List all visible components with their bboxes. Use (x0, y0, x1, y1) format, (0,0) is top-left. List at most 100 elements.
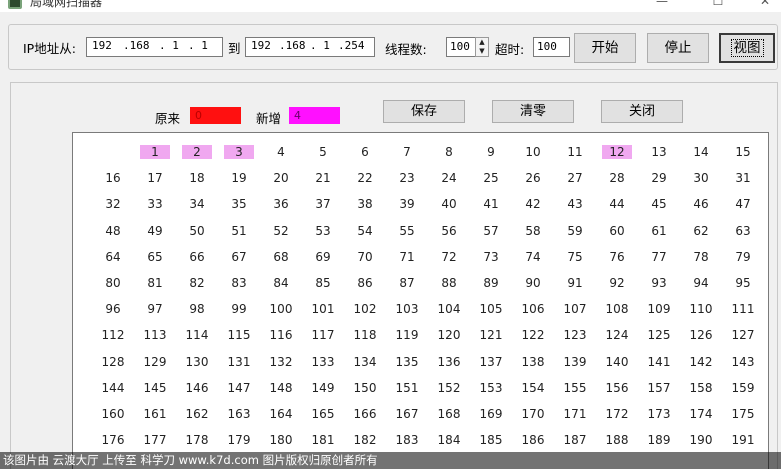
ip-host-cell[interactable]: 153 (476, 381, 506, 395)
ip-host-cell[interactable]: 16 (98, 171, 128, 185)
ip-host-cell[interactable]: 158 (686, 381, 716, 395)
ip-host-cell[interactable]: 139 (560, 355, 590, 369)
ip-host-cell[interactable]: 102 (350, 302, 380, 316)
ip-host-cell[interactable]: 41 (476, 197, 506, 211)
ip-host-cell[interactable]: 97 (140, 302, 170, 316)
ip-host-cell[interactable]: 56 (434, 224, 464, 238)
ip-host-cell[interactable]: 90 (518, 276, 548, 290)
ip-host-cell[interactable]: 132 (266, 355, 296, 369)
ip-host-cell[interactable]: 105 (476, 302, 506, 316)
ip-host-cell[interactable]: 78 (686, 250, 716, 264)
ip-host-cell[interactable]: 37 (308, 197, 338, 211)
ip-host-cell[interactable]: 123 (560, 328, 590, 342)
ip-host-cell[interactable]: 63 (728, 224, 758, 238)
ip-host-cell[interactable]: 154 (518, 381, 548, 395)
ip-host-cell[interactable]: 118 (350, 328, 380, 342)
ip-host-cell[interactable]: 28 (602, 171, 632, 185)
ip-host-cell[interactable]: 128 (98, 355, 128, 369)
ip-host-cell[interactable]: 82 (182, 276, 212, 290)
ip-host-cell[interactable]: 169 (476, 407, 506, 421)
ip-host-cell[interactable]: 13 (644, 145, 674, 159)
ip-host-cell[interactable]: 186 (518, 433, 548, 447)
minimize-icon[interactable]: — (642, 0, 682, 10)
ip-host-cell[interactable]: 177 (140, 433, 170, 447)
ip-host-cell[interactable]: 187 (560, 433, 590, 447)
ip-host-cell[interactable]: 121 (476, 328, 506, 342)
ip-host-cell[interactable]: 179 (224, 433, 254, 447)
ip-host-cell[interactable]: 65 (140, 250, 170, 264)
ip-host-cell[interactable]: 29 (644, 171, 674, 185)
ip-host-cell[interactable]: 146 (182, 381, 212, 395)
ip-host-cell[interactable]: 5 (308, 145, 338, 159)
ip-host-cell[interactable]: 163 (224, 407, 254, 421)
ip-host-cell[interactable]: 11 (560, 145, 590, 159)
ip-host-cell[interactable]: 99 (224, 302, 254, 316)
ip-host-cell[interactable]: 106 (518, 302, 548, 316)
ip-host-cell[interactable]: 114 (182, 328, 212, 342)
ip-host-cell[interactable]: 142 (686, 355, 716, 369)
ip-host-cell[interactable]: 113 (140, 328, 170, 342)
ip-host-cell[interactable]: 93 (644, 276, 674, 290)
ip-host-cell[interactable]: 43 (560, 197, 590, 211)
ip-host-cell[interactable]: 126 (686, 328, 716, 342)
ip-host-cell[interactable]: 70 (350, 250, 380, 264)
ip-host-cell[interactable]: 2 (182, 145, 212, 159)
ip-host-cell[interactable]: 22 (350, 171, 380, 185)
ip-host-cell[interactable]: 58 (518, 224, 548, 238)
ip-host-cell[interactable]: 120 (434, 328, 464, 342)
close-icon[interactable]: ✕ (745, 0, 781, 10)
ip-host-cell[interactable]: 98 (182, 302, 212, 316)
ip-host-cell[interactable]: 110 (686, 302, 716, 316)
ip-host-cell[interactable]: 24 (434, 171, 464, 185)
ip-host-cell[interactable]: 150 (350, 381, 380, 395)
ip-host-cell[interactable]: 14 (686, 145, 716, 159)
ip-host-cell[interactable]: 49 (140, 224, 170, 238)
ip-host-cell[interactable]: 89 (476, 276, 506, 290)
threads-input[interactable]: 100 (446, 37, 476, 57)
ip-host-cell[interactable]: 161 (140, 407, 170, 421)
ip-host-cell[interactable]: 8 (434, 145, 464, 159)
ip-host-cell[interactable]: 160 (98, 407, 128, 421)
ip-host-cell[interactable]: 134 (350, 355, 380, 369)
ip-host-cell[interactable]: 148 (266, 381, 296, 395)
ip-host-cell[interactable]: 21 (308, 171, 338, 185)
ip-host-cell[interactable]: 107 (560, 302, 590, 316)
ip-host-cell[interactable]: 64 (98, 250, 128, 264)
ip-host-cell[interactable]: 127 (728, 328, 758, 342)
ip-host-cell[interactable]: 104 (434, 302, 464, 316)
ip-host-cell[interactable]: 46 (686, 197, 716, 211)
ip-host-cell[interactable]: 45 (644, 197, 674, 211)
ip-host-cell[interactable]: 15 (728, 145, 758, 159)
ip-host-cell[interactable]: 100 (266, 302, 296, 316)
ip-host-cell[interactable]: 182 (350, 433, 380, 447)
ip-host-cell[interactable]: 119 (392, 328, 422, 342)
start-button[interactable]: 开始 (574, 33, 636, 63)
stop-button[interactable]: 停止 (647, 33, 709, 63)
ip-host-cell[interactable]: 131 (224, 355, 254, 369)
ip-host-cell[interactable]: 1 (140, 145, 170, 159)
ip-host-cell[interactable]: 136 (434, 355, 464, 369)
ip-host-cell[interactable]: 42 (518, 197, 548, 211)
ip-host-cell[interactable]: 74 (518, 250, 548, 264)
ip-to-input[interactable]: 192 .168 . 1 .254 (245, 37, 375, 57)
ip-host-cell[interactable]: 168 (434, 407, 464, 421)
ip-host-cell[interactable]: 175 (728, 407, 758, 421)
ip-host-cell[interactable]: 130 (182, 355, 212, 369)
ip-host-cell[interactable]: 147 (224, 381, 254, 395)
ip-host-cell[interactable]: 164 (266, 407, 296, 421)
ip-host-cell[interactable]: 184 (434, 433, 464, 447)
ip-host-cell[interactable]: 66 (182, 250, 212, 264)
ip-host-cell[interactable]: 48 (98, 224, 128, 238)
ip-host-cell[interactable]: 17 (140, 171, 170, 185)
ip-host-cell[interactable]: 125 (644, 328, 674, 342)
maximize-icon[interactable]: ☐ (698, 0, 738, 10)
ip-host-cell[interactable]: 189 (644, 433, 674, 447)
ip-host-cell[interactable]: 144 (98, 381, 128, 395)
ip-host-cell[interactable]: 188 (602, 433, 632, 447)
ip-host-cell[interactable]: 183 (392, 433, 422, 447)
ip-host-cell[interactable]: 73 (476, 250, 506, 264)
spin-down-icon[interactable]: ▼ (476, 47, 488, 56)
ip-host-cell[interactable]: 51 (224, 224, 254, 238)
ip-host-cell[interactable]: 145 (140, 381, 170, 395)
ip-host-cell[interactable]: 143 (728, 355, 758, 369)
